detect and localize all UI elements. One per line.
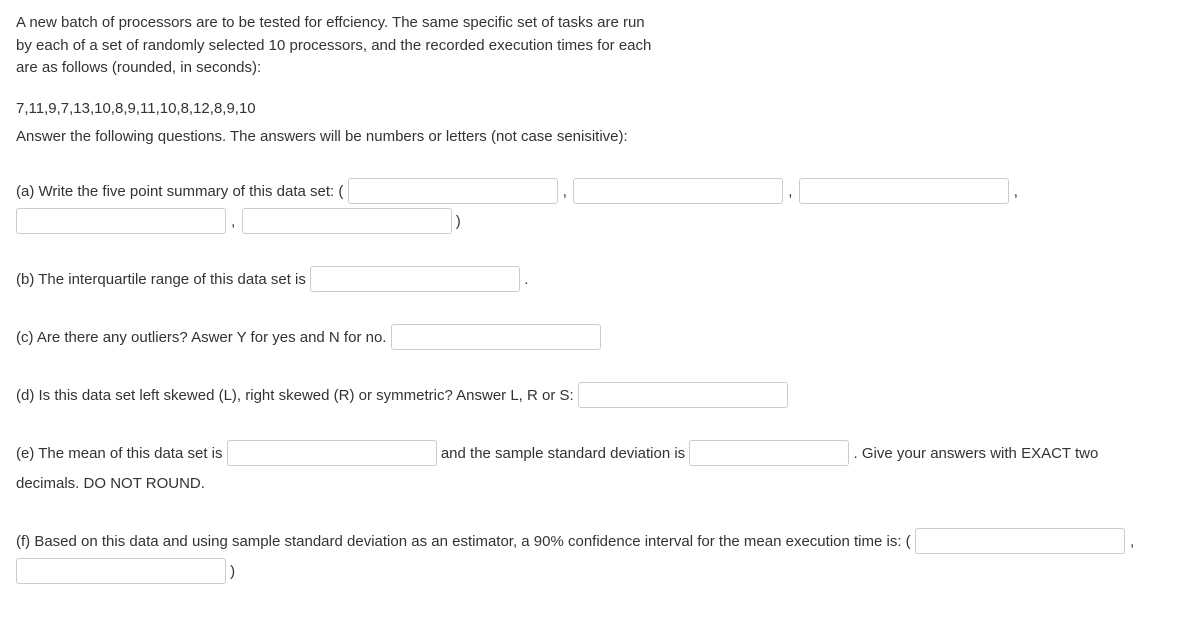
intro-line-2: by each of a set of randomly selected 10… — [16, 35, 906, 58]
question-b-suffix: . — [524, 271, 528, 288]
question-d-input[interactable] — [578, 382, 788, 408]
question-a-input-4[interactable] — [16, 208, 226, 234]
separator: , — [231, 213, 235, 230]
question-e: (e) The mean of this data set is and the… — [16, 439, 1184, 499]
question-d: (d) Is this data set left skewed (L), ri… — [16, 381, 1184, 411]
question-c-prefix: (c) Are there any outliers? Aswer Y for … — [16, 329, 386, 346]
separator: , — [563, 183, 567, 200]
question-f-lower-input[interactable] — [915, 528, 1125, 554]
question-d-prefix: (d) Is this data set left skewed (L), ri… — [16, 387, 574, 404]
separator: , — [788, 183, 792, 200]
question-b: (b) The interquartile range of this data… — [16, 265, 1184, 295]
question-a-close: ) — [456, 213, 461, 230]
question-f: (f) Based on this data and using sample … — [16, 527, 1184, 587]
intro-line-3: are as follows (rounded, in seconds): — [16, 57, 906, 80]
question-a-input-5[interactable] — [242, 208, 452, 234]
question-a: (a) Write the five point summary of this… — [16, 177, 1184, 237]
intro-line-1: A new batch of processors are to be test… — [16, 12, 906, 35]
question-e-part4: decimals. DO NOT ROUND. — [16, 475, 205, 492]
question-e-part3: . Give your answers with EXACT two — [854, 445, 1099, 462]
question-e-mean-input[interactable] — [227, 440, 437, 466]
question-b-input[interactable] — [310, 266, 520, 292]
question-a-input-3[interactable] — [799, 178, 1009, 204]
question-e-stddev-input[interactable] — [689, 440, 849, 466]
question-f-part1: (f) Based on this data and using sample … — [16, 533, 911, 550]
separator: , — [1014, 183, 1018, 200]
separator: , — [1130, 533, 1134, 550]
question-a-prefix: (a) Write the five point summary of this… — [16, 183, 343, 200]
instruction-text: Answer the following questions. The answ… — [16, 126, 1184, 149]
question-a-input-2[interactable] — [573, 178, 783, 204]
question-b-prefix: (b) The interquartile range of this data… — [16, 271, 306, 288]
data-values: 7,11,9,7,13,10,8,9,11,10,8,12,8,9,10 — [16, 98, 1184, 121]
problem-intro: A new batch of processors are to be test… — [16, 12, 906, 80]
question-e-part1: (e) The mean of this data set is — [16, 445, 223, 462]
question-c-input[interactable] — [391, 324, 601, 350]
question-f-close: ) — [230, 563, 235, 580]
question-e-part2: and the sample standard deviation is — [441, 445, 685, 462]
question-c: (c) Are there any outliers? Aswer Y for … — [16, 323, 1184, 353]
question-a-input-1[interactable] — [348, 178, 558, 204]
